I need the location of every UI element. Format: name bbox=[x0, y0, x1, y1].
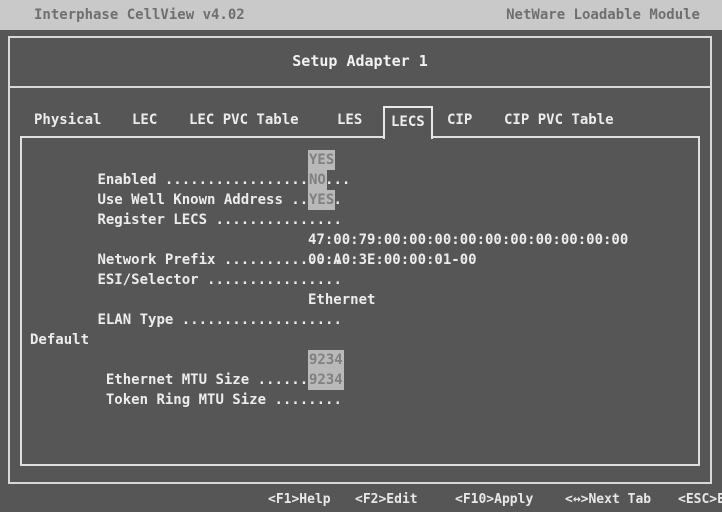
network-prefix-row: Network Prefix .............. 47:00:79:0… bbox=[30, 230, 628, 268]
tab-cip[interactable]: CIP bbox=[441, 106, 478, 134]
tab-lec-pvc-table[interactable]: LEC PVC Table bbox=[183, 106, 305, 134]
tab-cip-pvc-table[interactable]: CIP PVC Table bbox=[498, 106, 620, 134]
esc-key[interactable]: <ESC>E bbox=[678, 492, 722, 507]
lecs-settings-panel: Enabled ...................... YES Use W… bbox=[20, 136, 700, 466]
tab-lecs[interactable]: LECS bbox=[383, 106, 433, 139]
enabled-value[interactable]: YES bbox=[308, 150, 336, 170]
register-lecs-row: Register LECS ............... YES bbox=[30, 190, 342, 228]
tab-lec[interactable]: LEC bbox=[126, 106, 163, 134]
elan-type-value[interactable]: Ethernet bbox=[308, 290, 375, 310]
esi-selector-value[interactable]: 00:A0:3E:00:00:01-00 bbox=[308, 250, 477, 270]
edit-key[interactable]: <F2>Edit bbox=[355, 492, 418, 507]
dialog-title: Setup Adapter 1 bbox=[292, 52, 428, 70]
help-key[interactable]: <F1>Help bbox=[268, 492, 331, 507]
cellview-screen: Interphase CellView v4.02 NetWare Loadab… bbox=[0, 0, 722, 512]
tab-les[interactable]: LES bbox=[331, 106, 368, 134]
register-lecs-value[interactable]: YES bbox=[308, 190, 336, 210]
next-tab-key[interactable]: <↔>Next Tab bbox=[565, 492, 651, 507]
elan-type-label: ELAN Type ................... bbox=[97, 312, 342, 328]
tab-bar: Physical LEC LEC PVC Table LES LECS CIP … bbox=[28, 106, 708, 139]
setup-adapter-dialog: Setup Adapter 1 Physical LEC LEC PVC Tab… bbox=[8, 36, 712, 484]
token-ring-mtu-label: Token Ring MTU Size ........ bbox=[97, 392, 342, 408]
use-well-known-row: Use Well Known Address ...... NO bbox=[30, 170, 342, 208]
esi-selector-row: ESI/Selector ................ 00:A0:3E:0… bbox=[30, 250, 476, 288]
token-ring-mtu-row: Token Ring MTU Size ........ 9234 bbox=[30, 370, 344, 408]
function-key-bar: <F1>Help <F2>Edit <F10>Apply <↔>Next Tab… bbox=[0, 490, 722, 512]
enabled-row: Enabled ...................... YES bbox=[30, 150, 350, 188]
register-lecs-label: Register LECS ............... bbox=[97, 212, 342, 228]
app-title: Interphase CellView v4.02 bbox=[34, 7, 245, 23]
dialog-header: Setup Adapter 1 bbox=[10, 38, 710, 88]
tab-physical[interactable]: Physical bbox=[28, 106, 107, 134]
network-prefix-value[interactable]: 47:00:79:00:00:00:00:00:00:00:00:00:00 bbox=[308, 230, 628, 250]
apply-key[interactable]: <F10>Apply bbox=[455, 492, 533, 507]
ethernet-mtu-row: Ethernet MTU Size .......... 9234 bbox=[30, 350, 344, 388]
module-label: NetWare Loadable Module bbox=[506, 7, 700, 23]
token-ring-mtu-value[interactable]: 9234 bbox=[308, 370, 344, 390]
use-well-known-value[interactable]: NO bbox=[308, 170, 327, 190]
default-heading: Default bbox=[30, 332, 90, 348]
ethernet-mtu-value[interactable]: 9234 bbox=[308, 350, 344, 370]
elan-type-row: ELAN Type ................... Ethernet bbox=[30, 290, 375, 328]
esi-selector-label: ESI/Selector ................ bbox=[97, 272, 342, 288]
title-bar: Interphase CellView v4.02 NetWare Loadab… bbox=[0, 0, 722, 30]
